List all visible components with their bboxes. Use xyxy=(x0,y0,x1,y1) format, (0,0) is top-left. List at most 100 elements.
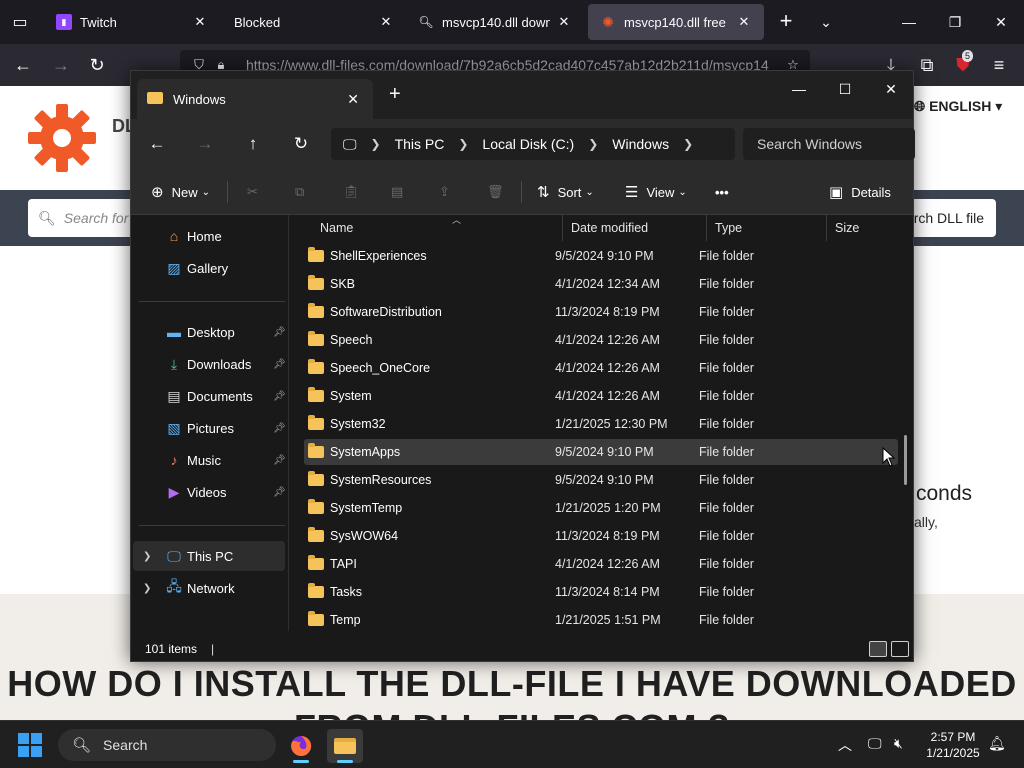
taskbar-file-explorer[interactable] xyxy=(327,729,363,763)
tiles-view-toggle[interactable] xyxy=(891,641,909,657)
row-name-cell[interactable]: Temp xyxy=(308,607,361,631)
tab-blocked[interactable]: Blocked ✕ xyxy=(222,4,406,40)
row-name-cell[interactable]: System xyxy=(308,383,372,409)
breadcrumb-item[interactable]: This PC xyxy=(395,136,445,152)
row-name-cell[interactable]: SystemResources xyxy=(308,467,431,493)
nav-item-home[interactable]: ⌂ Home xyxy=(133,221,285,251)
firefox-view-icon[interactable]: ▭ xyxy=(8,10,32,34)
tab-msvcp-download[interactable]: ✺ msvcp140.dll free download ✕ xyxy=(588,4,764,40)
table-row[interactable]: SoftwareDistribution 11/3/2024 8:19 PM Fil… xyxy=(304,299,898,325)
column-header-name[interactable]: Name ︿ xyxy=(312,215,563,241)
minimize-button[interactable]: — xyxy=(894,8,924,36)
forward-button[interactable]: → xyxy=(48,52,74,78)
details-view-toggle[interactable] xyxy=(869,641,887,657)
table-row[interactable]: System32 1/21/2025 12:30 PM File folder xyxy=(304,411,898,437)
table-row[interactable]: SystemResources 9/5/2024 9:10 PM File fold… xyxy=(304,467,898,493)
minimize-button[interactable]: — xyxy=(781,75,817,103)
table-row[interactable]: Temp 1/21/2025 1:51 PM File folder xyxy=(304,607,898,631)
nav-item-downloads[interactable]: ⤓ Downloads 📌︎ xyxy=(133,349,286,379)
row-name-cell[interactable]: SKB xyxy=(308,271,355,297)
pin-icon[interactable]: 📌︎ xyxy=(273,391,286,402)
pin-icon[interactable]: 📌︎ xyxy=(273,423,286,434)
row-name-cell[interactable]: ShellExperiences xyxy=(308,243,427,269)
system-clock[interactable]: 2:57 PM 1/21/2025 xyxy=(920,729,986,761)
nav-item-music[interactable]: ♪ Music 📌︎ xyxy=(133,445,286,475)
row-name-cell[interactable]: TAPI xyxy=(308,551,357,577)
nav-item-desktop[interactable]: ▬ Desktop 📌︎ xyxy=(133,317,286,347)
table-row[interactable]: TAPI 4/1/2024 12:26 AM File folder xyxy=(304,551,898,577)
table-row[interactable]: Tasks 11/3/2024 8:14 PM File folder xyxy=(304,579,898,605)
rename-icon[interactable]: ▤ xyxy=(391,177,403,207)
delete-icon[interactable]: 🗑︎ xyxy=(487,177,504,207)
row-name-cell[interactable]: SysWOW64 xyxy=(308,523,398,549)
table-row[interactable]: ShellExperiences 9/5/2024 9:10 PM File fol… xyxy=(304,243,898,269)
menu-icon[interactable]: ≡ xyxy=(986,52,1012,78)
view-button[interactable]: ☰ View ⌄ xyxy=(625,177,687,207)
nav-item-pictures[interactable]: ▧ Pictures 📌︎ xyxy=(133,413,285,443)
new-button[interactable]: ⊕ New ⌄ xyxy=(151,177,210,207)
back-button[interactable]: ← xyxy=(10,52,36,78)
copy-icon[interactable]: ⧉ xyxy=(295,177,304,207)
pin-icon[interactable]: 📌︎ xyxy=(273,327,286,338)
table-row[interactable]: Speech 4/1/2024 12:26 AM File folder xyxy=(304,327,898,353)
chevron-right-icon[interactable]: ❯ xyxy=(143,551,151,562)
more-options-button[interactable]: ••• xyxy=(715,177,729,207)
taskbar-search[interactable]: 🔍︎ Search xyxy=(58,729,276,761)
pin-icon[interactable]: 📌︎ xyxy=(273,487,286,498)
maximize-button[interactable]: ☐ xyxy=(827,75,863,103)
row-name-cell[interactable]: Tasks xyxy=(308,579,362,605)
details-button[interactable]: ▣ Details xyxy=(829,177,891,207)
search-dll-button[interactable]: rch DLL file xyxy=(900,199,996,237)
close-window-button[interactable]: ✕ xyxy=(873,75,909,103)
chevron-up-icon[interactable]: ︿ xyxy=(838,735,852,755)
table-row[interactable]: Speech_OneCore 4/1/2024 12:26 AM File fold… xyxy=(304,355,898,381)
nav-item-network[interactable]: ❯ 🖧︎ Network xyxy=(133,573,285,603)
row-name-cell[interactable]: Speech_OneCore xyxy=(308,355,430,381)
column-header-type[interactable]: Type xyxy=(707,215,827,241)
close-icon[interactable]: ✕ xyxy=(378,14,394,30)
search-input[interactable]: Search Windows xyxy=(743,128,915,160)
dll-files-logo[interactable] xyxy=(26,102,98,174)
cut-icon[interactable]: ✂ xyxy=(247,177,258,207)
row-name-cell[interactable]: System32 xyxy=(308,411,386,437)
row-name-cell[interactable]: SystemTemp xyxy=(308,495,402,521)
breadcrumb[interactable]: 🖵︎ ❯ This PC ❯ Local Disk (C:) ❯ Windows… xyxy=(331,128,735,160)
vertical-scrollbar[interactable] xyxy=(904,435,907,485)
column-header-size[interactable]: Size xyxy=(827,215,907,241)
table-row[interactable]: SysWOW64 11/3/2024 8:19 PM File folder xyxy=(304,523,898,549)
table-row[interactable]: SystemTemp 1/21/2025 1:20 PM File folder xyxy=(304,495,898,521)
maximize-button[interactable]: ❐ xyxy=(940,8,970,36)
paste-icon[interactable]: 📋︎ xyxy=(343,177,360,207)
table-row[interactable]: SystemApps 9/5/2024 9:10 PM File folder xyxy=(304,439,898,465)
row-name-cell[interactable]: SoftwareDistribution xyxy=(308,299,442,325)
new-explorer-tab-button[interactable]: + xyxy=(389,83,401,106)
breadcrumb-item[interactable]: Windows xyxy=(612,136,669,152)
new-tab-button[interactable]: + xyxy=(774,10,798,34)
tab-twitch[interactable]: ▮ Twitch ✕ xyxy=(44,4,220,40)
network-icon[interactable]: 🖵︎ xyxy=(868,735,882,752)
start-button[interactable] xyxy=(18,733,42,757)
column-header-date[interactable]: Date modified xyxy=(563,215,707,241)
language-selector[interactable]: 🌐︎ ENGLISH ▾ xyxy=(914,98,1002,115)
chevron-down-icon[interactable]: ⌄ xyxy=(814,10,838,34)
row-name-cell[interactable]: Speech xyxy=(308,327,372,353)
close-icon[interactable]: ✕ xyxy=(556,14,572,30)
close-window-button[interactable]: ✕ xyxy=(986,8,1016,36)
taskbar-firefox[interactable] xyxy=(283,729,319,763)
nav-item-documents[interactable]: ▤ Documents 📌︎ xyxy=(133,381,285,411)
breadcrumb-item[interactable]: Local Disk (C:) xyxy=(482,136,574,152)
nav-item-gallery[interactable]: ▨ Gallery xyxy=(133,253,285,283)
explorer-tab-windows[interactable]: Windows ✕ xyxy=(137,79,373,119)
volume-muted-icon[interactable]: 🔇︎ xyxy=(894,735,903,752)
pin-icon[interactable]: 📌︎ xyxy=(273,455,286,466)
close-icon[interactable]: ✕ xyxy=(347,91,359,108)
row-name-cell[interactable]: SystemApps xyxy=(308,439,400,465)
share-icon[interactable]: ⇪ xyxy=(439,177,450,207)
reload-button[interactable]: ↻ xyxy=(84,52,110,78)
close-icon[interactable]: ✕ xyxy=(192,14,208,30)
chevron-right-icon[interactable]: ❯ xyxy=(683,137,693,151)
sort-button[interactable]: ⇅ Sort ⌄ xyxy=(537,177,594,207)
table-row[interactable]: SKB 4/1/2024 12:34 AM File folder xyxy=(304,271,898,297)
chevron-right-icon[interactable]: ❯ xyxy=(143,583,151,594)
pin-icon[interactable]: 📌︎ xyxy=(273,359,286,370)
